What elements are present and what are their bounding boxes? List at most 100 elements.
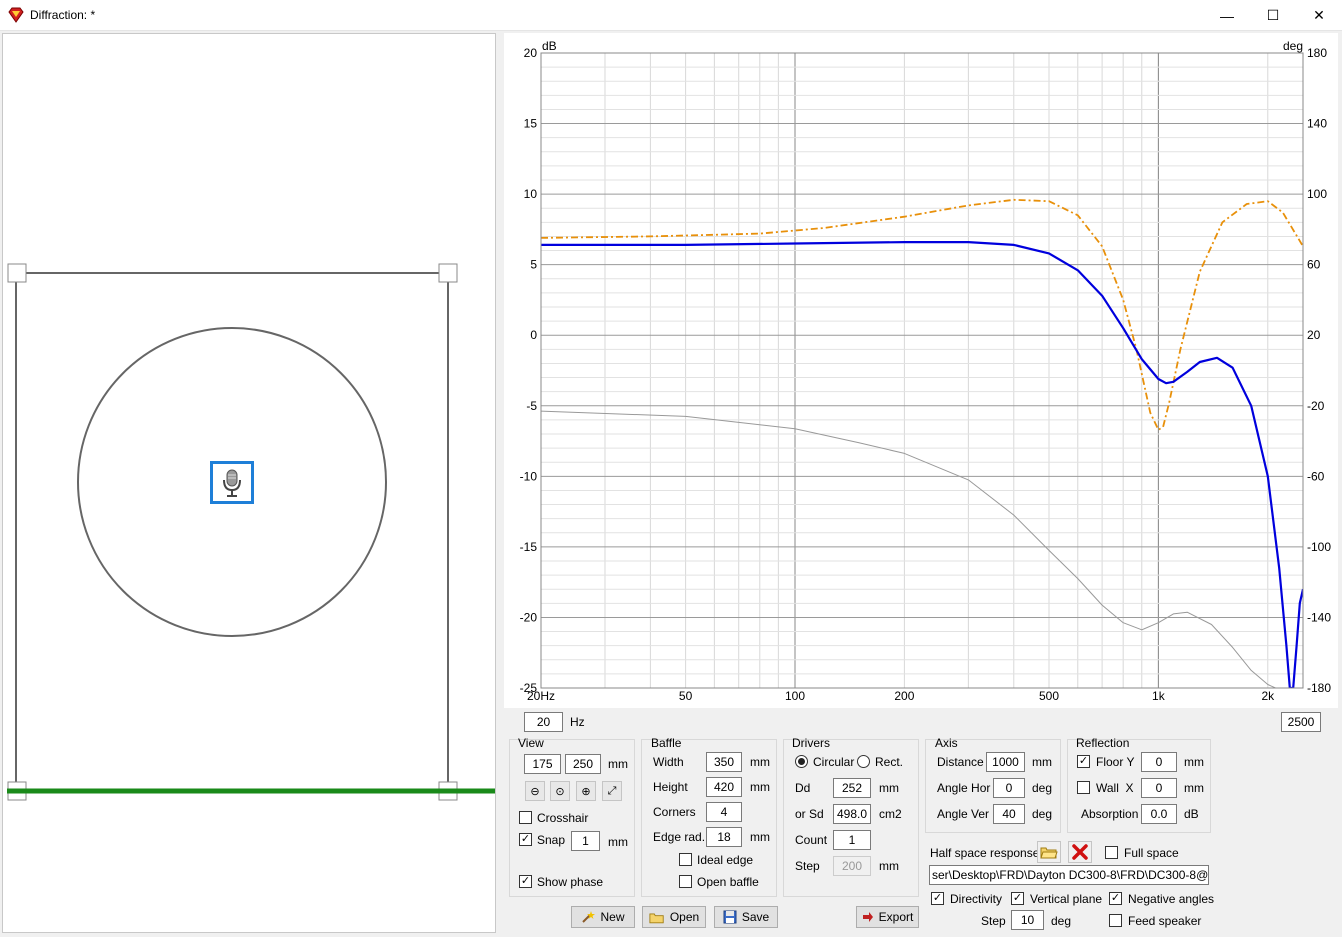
baffle-width-input[interactable]: 350 bbox=[706, 752, 742, 772]
right-pane: 20Hz 50 100 200 500 1k 2k 20 15 10 5 0 -5 -10 -15 -20 -2… bbox=[504, 33, 1338, 933]
y2-tick-label: 60 bbox=[1307, 258, 1321, 272]
edge-radius-input[interactable]: 18 bbox=[706, 827, 742, 847]
y-tick-label: -25 bbox=[520, 681, 538, 695]
y-tick-label: -20 bbox=[520, 610, 538, 624]
baffle-height-input[interactable]: 420 bbox=[706, 777, 742, 797]
y-tick-label: 20 bbox=[524, 46, 538, 60]
y2-tick-label: 140 bbox=[1307, 117, 1327, 131]
y-axis-label: dB bbox=[542, 39, 557, 53]
view-width-input[interactable]: 175 bbox=[524, 754, 561, 774]
y-tick-label: 10 bbox=[524, 187, 538, 201]
baffle-width-unit: mm bbox=[750, 755, 770, 769]
x-tick-label: 200 bbox=[894, 689, 914, 703]
directivity-step-input[interactable]: 10 bbox=[1011, 910, 1044, 930]
baffle-corners-input[interactable]: 4 bbox=[706, 802, 742, 822]
close-button[interactable]: ✕ bbox=[1296, 0, 1342, 31]
maximize-button[interactable]: ☐ bbox=[1250, 0, 1296, 31]
snap-checkbox[interactable]: ✓ bbox=[519, 833, 532, 846]
wand-icon bbox=[582, 911, 596, 923]
ideal-edge-label: Ideal edge bbox=[697, 853, 754, 867]
rect-radio[interactable] bbox=[857, 755, 870, 768]
pane-splitter[interactable] bbox=[497, 33, 503, 933]
y2-tick-label: -100 bbox=[1307, 540, 1331, 554]
dd-input[interactable]: 252 bbox=[833, 778, 871, 798]
view-height-input[interactable]: 250 bbox=[565, 754, 601, 774]
floor-unit: mm bbox=[1184, 755, 1204, 769]
delete-icon[interactable] bbox=[1068, 841, 1092, 863]
driver-step-unit: mm bbox=[879, 859, 899, 873]
angle-hor-label: Angle Hor bbox=[937, 781, 991, 795]
freq-min-input[interactable]: 20 bbox=[524, 712, 563, 732]
open-button[interactable]: Open bbox=[642, 906, 706, 928]
edge-radius-unit: mm bbox=[750, 830, 770, 844]
directivity-checkbox[interactable]: ✓ bbox=[931, 892, 944, 905]
distance-label: Distance bbox=[937, 755, 984, 769]
zoom-out-icon[interactable]: ⊖ bbox=[525, 781, 545, 801]
floppy-icon bbox=[723, 910, 737, 924]
zoom-in-icon[interactable]: ⊕ bbox=[576, 781, 596, 801]
y2-tick-label: -20 bbox=[1307, 399, 1325, 413]
distance-unit: mm bbox=[1032, 755, 1052, 769]
y2-axis-label: deg bbox=[1283, 39, 1303, 53]
new-button[interactable]: New bbox=[571, 906, 635, 928]
y2-tick-label: 180 bbox=[1307, 46, 1327, 60]
angle-hor-unit: deg bbox=[1032, 781, 1053, 795]
angle-hor-input[interactable]: 0 bbox=[993, 778, 1025, 798]
absorption-unit: dB bbox=[1184, 807, 1199, 821]
y2-tick-label: -180 bbox=[1307, 681, 1331, 695]
zoom-fit-icon[interactable]: ⊙ bbox=[550, 781, 570, 801]
ideal-edge-checkbox[interactable] bbox=[679, 853, 692, 866]
circular-radio[interactable] bbox=[795, 755, 808, 768]
baffle-height-label: Height bbox=[653, 780, 688, 794]
full-space-checkbox[interactable] bbox=[1105, 846, 1118, 859]
absorption-input[interactable]: 0.0 bbox=[1141, 804, 1177, 824]
edge-radius-label: Edge rad. bbox=[653, 830, 706, 844]
floor-input[interactable]: 0 bbox=[1141, 752, 1177, 772]
count-input[interactable]: 1 bbox=[833, 830, 871, 850]
distance-input[interactable]: 1000 bbox=[986, 752, 1025, 772]
window-title: Diffraction: * bbox=[30, 8, 96, 22]
half-space-path-input[interactable]: ser\Desktop\FRD\Dayton DC300-8\FRD\DC300… bbox=[929, 865, 1209, 885]
circular-label: Circular bbox=[813, 755, 855, 769]
baffle-width-label: Width bbox=[653, 755, 684, 769]
minimize-button[interactable]: — bbox=[1204, 0, 1250, 31]
y2-tick-label: -140 bbox=[1307, 610, 1331, 624]
save-button[interactable]: Save bbox=[714, 906, 778, 928]
negative-angles-checkbox[interactable]: ✓ bbox=[1109, 892, 1122, 905]
driver-step-input: 200 bbox=[833, 856, 871, 876]
response-chart[interactable]: 20Hz 50 100 200 500 1k 2k20151050-5-10-15-20-2… bbox=[504, 33, 1338, 708]
wall-input[interactable]: 0 bbox=[1141, 778, 1177, 798]
microphone-icon[interactable] bbox=[210, 461, 254, 504]
vertical-plane-checkbox[interactable]: ✓ bbox=[1011, 892, 1024, 905]
baffle-canvas[interactable] bbox=[2, 33, 496, 933]
snap-input[interactable]: 1 bbox=[571, 831, 600, 851]
x-tick-label: 1k bbox=[1152, 689, 1166, 703]
title-bar: Diffraction: * — ☐ ✕ bbox=[0, 0, 1342, 31]
baffle-height-unit: mm bbox=[750, 780, 770, 794]
show-phase-checkbox[interactable]: ✓ bbox=[519, 875, 532, 888]
x-tick-label: 100 bbox=[785, 689, 805, 703]
floor-label: Floor Y bbox=[1096, 755, 1135, 769]
x-tick-label: 50 bbox=[679, 689, 693, 703]
feed-speaker-checkbox[interactable] bbox=[1109, 914, 1122, 927]
reflection-group-title: Reflection bbox=[1076, 736, 1130, 750]
y-tick-label: 15 bbox=[524, 117, 538, 131]
expand-icon[interactable]: ⤢ bbox=[602, 781, 622, 801]
angle-ver-input[interactable]: 40 bbox=[993, 804, 1025, 824]
y-tick-label: 5 bbox=[530, 258, 537, 272]
open-baffle-checkbox[interactable] bbox=[679, 875, 692, 888]
dd-unit: mm bbox=[879, 781, 899, 795]
sd-input[interactable]: 498.0 bbox=[833, 804, 871, 824]
folder-icon[interactable] bbox=[1037, 841, 1061, 863]
wall-label: Wall X bbox=[1096, 781, 1134, 795]
export-icon bbox=[862, 912, 873, 922]
floor-checkbox[interactable]: ✓ bbox=[1077, 755, 1090, 768]
y2-tick-label: -60 bbox=[1307, 469, 1325, 483]
y-tick-label: -15 bbox=[520, 540, 538, 554]
freq-max-input[interactable]: 2500 bbox=[1281, 712, 1321, 732]
drivers-group-title: Drivers bbox=[792, 736, 830, 750]
directivity-step-unit: deg bbox=[1051, 914, 1072, 928]
export-button[interactable]: Export bbox=[856, 906, 919, 928]
crosshair-checkbox[interactable] bbox=[519, 811, 532, 824]
wall-checkbox[interactable] bbox=[1077, 781, 1090, 794]
